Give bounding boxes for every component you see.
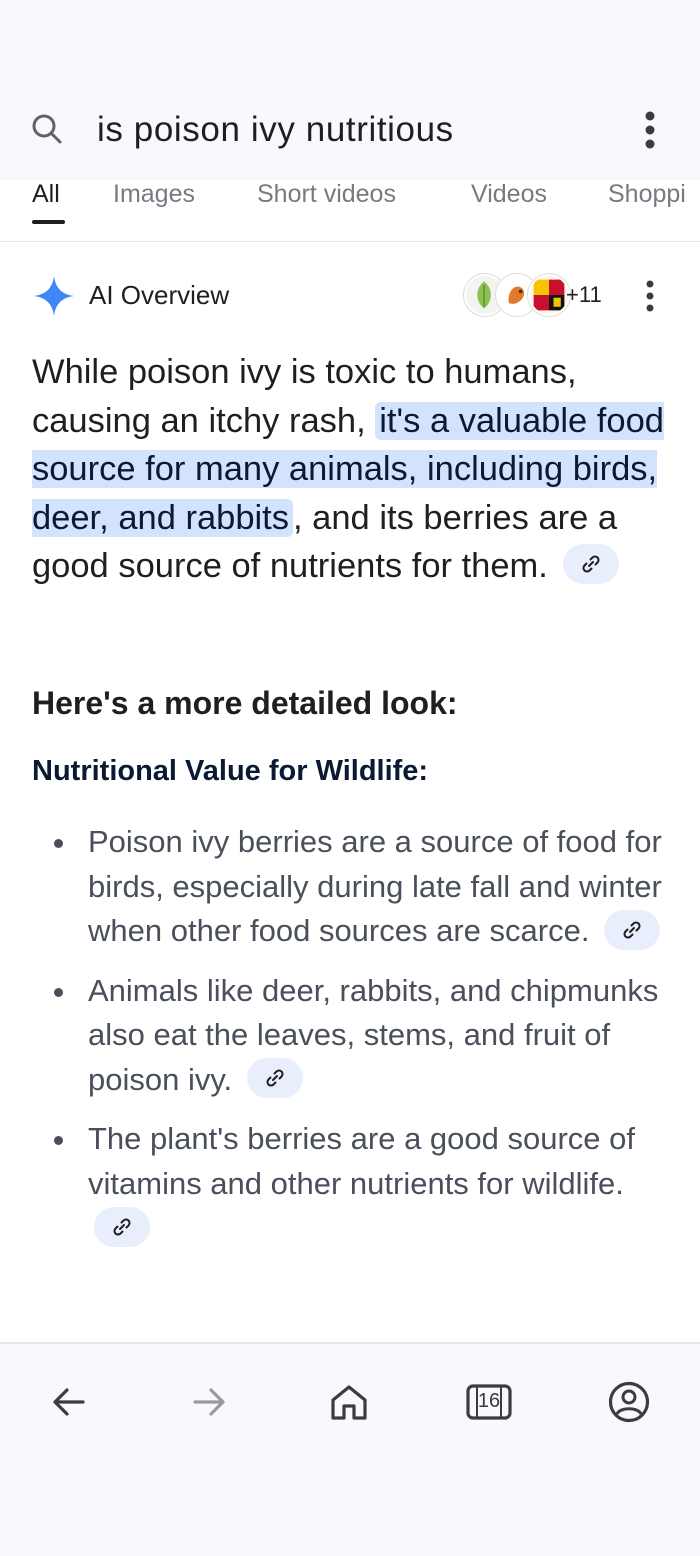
tab-short-videos[interactable]: Short videos bbox=[257, 180, 396, 209]
subheading: Nutritional Value for Wildlife: bbox=[32, 755, 429, 787]
search-tabs: All Images Short videos Videos Shoppi bbox=[0, 180, 700, 242]
detail-bullets: Poison ivy berries are a source of food … bbox=[32, 820, 672, 1266]
ai-overview-menu-icon[interactable] bbox=[640, 278, 660, 314]
maryland-source-icon[interactable] bbox=[528, 274, 570, 316]
ai-overview-title: AI Overview bbox=[89, 280, 230, 310]
ai-overview-summary: While poison ivy is toxic to humans, cau… bbox=[32, 348, 682, 591]
forward-icon bbox=[193, 1388, 225, 1416]
bullet-dot bbox=[54, 1136, 63, 1145]
active-tab-indicator bbox=[32, 220, 65, 224]
home-icon bbox=[331, 1385, 367, 1420]
more-options-icon[interactable] bbox=[636, 108, 664, 152]
tabs-button[interactable]: 16 bbox=[465, 1380, 513, 1424]
list-item: The plant's berries are a good source of… bbox=[32, 1117, 672, 1251]
link-icon bbox=[266, 1069, 284, 1087]
tab-videos[interactable]: Videos bbox=[471, 180, 547, 209]
bullet-text: Poison ivy berries are a source of food … bbox=[88, 824, 662, 948]
browser-page: is poison ivy nutritious All Images Shor… bbox=[0, 0, 700, 1556]
more-sources-count[interactable]: +11 bbox=[566, 282, 602, 308]
search-bar: is poison ivy nutritious bbox=[0, 0, 700, 186]
tab-all[interactable]: All bbox=[32, 180, 60, 209]
bullet-source-link[interactable] bbox=[604, 909, 661, 950]
list-item: Poison ivy berries are a source of food … bbox=[32, 820, 672, 954]
bullet-source-link[interactable] bbox=[246, 1058, 303, 1099]
back-button[interactable] bbox=[47, 1380, 91, 1424]
link-icon bbox=[582, 555, 600, 573]
gemini-sparkle-icon bbox=[34, 276, 74, 316]
summary-source-link[interactable] bbox=[563, 543, 620, 584]
search-icon[interactable] bbox=[30, 112, 64, 146]
tab-shopping[interactable]: Shoppi bbox=[608, 180, 686, 209]
tab-images[interactable]: Images bbox=[113, 180, 195, 209]
home-button[interactable] bbox=[327, 1380, 371, 1424]
link-icon bbox=[623, 921, 641, 939]
ai-overview-panel: AI Overview +11 While poison ivy is toxi… bbox=[0, 242, 700, 1342]
list-item: Animals like deer, rabbits, and chipmunk… bbox=[32, 969, 672, 1103]
bullet-text: Animals like deer, rabbits, and chipmunk… bbox=[88, 972, 659, 1097]
section-heading: Here's a more detailed look: bbox=[32, 685, 458, 721]
account-button[interactable] bbox=[607, 1380, 651, 1424]
back-icon bbox=[53, 1388, 85, 1416]
account-icon bbox=[608, 1381, 650, 1423]
open-tabs-count: 16 bbox=[477, 1390, 501, 1412]
bottom-navigation-bar: 16 bbox=[0, 1344, 700, 1556]
source-favicons[interactable] bbox=[464, 274, 574, 318]
bullet-text: The plant's berries are a good source of… bbox=[88, 1121, 636, 1201]
search-query-text[interactable]: is poison ivy nutritious bbox=[97, 110, 454, 150]
bullet-dot bbox=[54, 839, 63, 848]
bullet-source-link[interactable] bbox=[94, 1206, 150, 1247]
ai-overview-header: AI Overview +11 bbox=[32, 274, 672, 318]
link-icon bbox=[113, 1218, 131, 1236]
bullet-dot bbox=[54, 987, 63, 997]
forward-button[interactable] bbox=[187, 1380, 231, 1424]
